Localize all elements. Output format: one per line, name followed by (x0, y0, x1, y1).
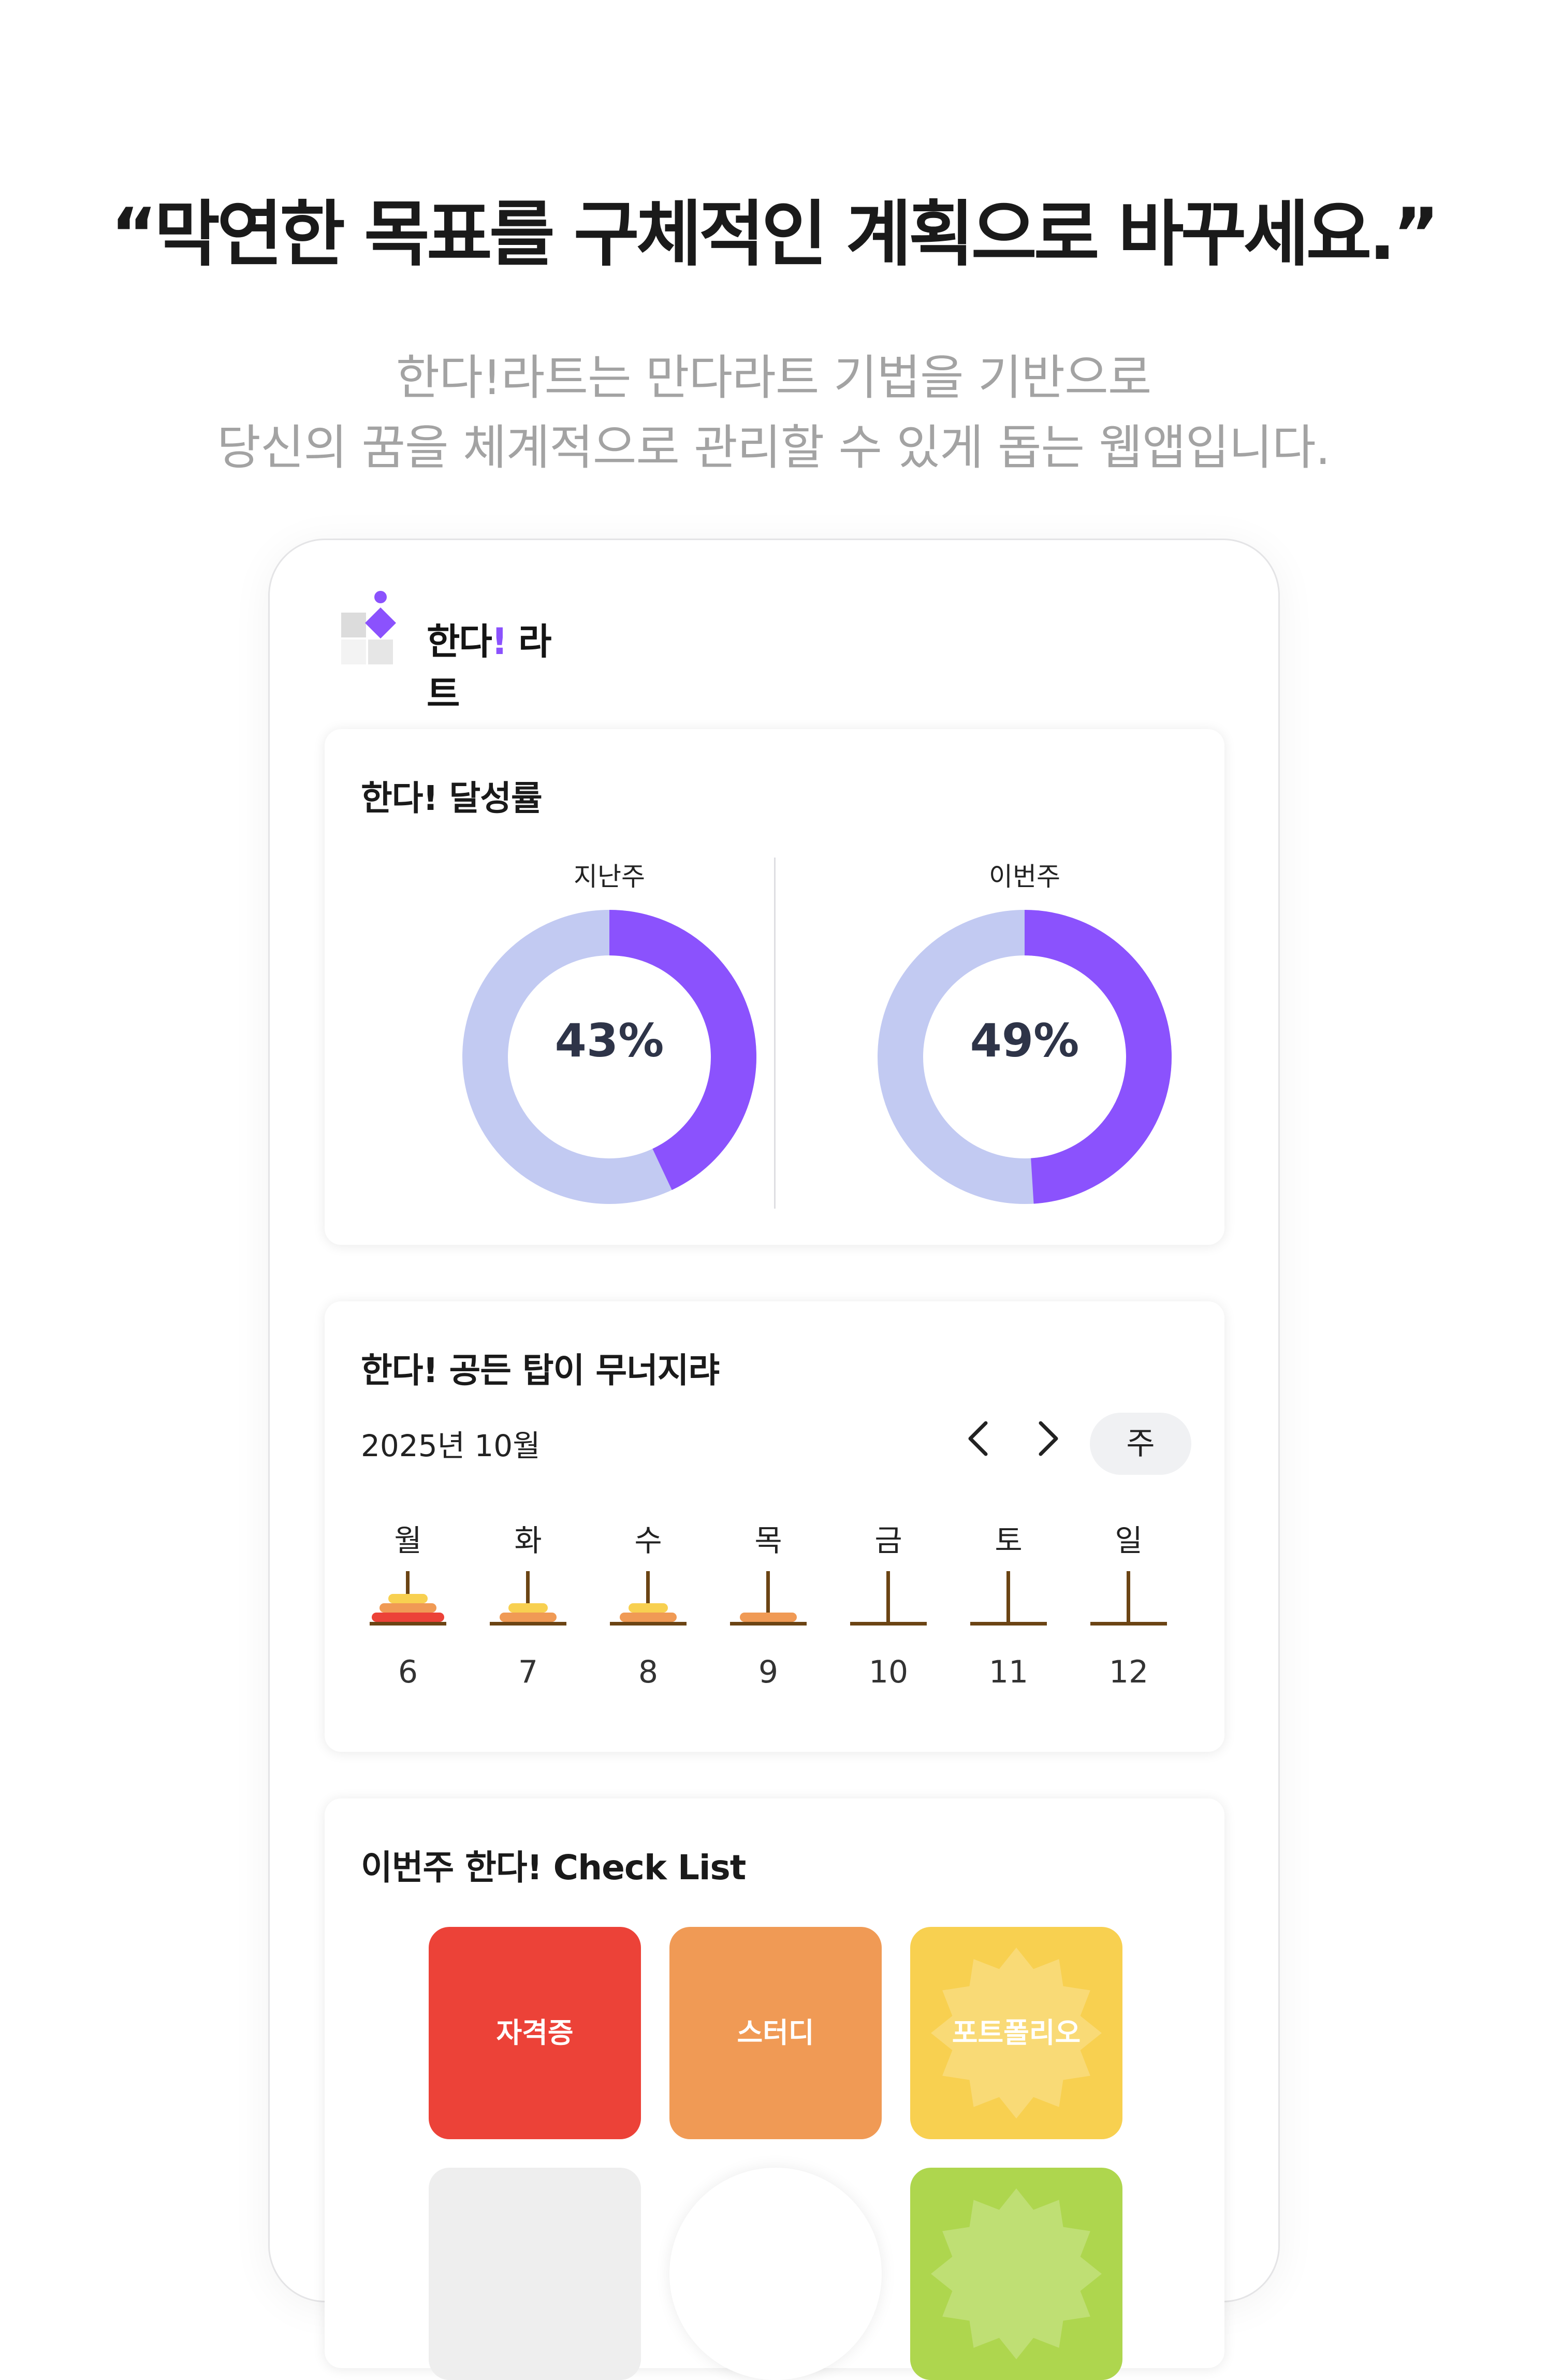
tower-icon (1090, 1571, 1167, 1626)
tile-label (429, 2168, 641, 2380)
tower-ring (500, 1613, 557, 1622)
donut-label: 이번주 (989, 862, 1060, 892)
day-date: 10 (868, 1654, 909, 1690)
promo-headline: “막연한 목표를 구체적인 계획으로 바꾸세요.” (110, 193, 1439, 276)
day-name: 수 (634, 1523, 662, 1558)
day-column[interactable]: 목9 (722, 1516, 815, 1690)
achievement-title: 한다! 달성률 (361, 778, 543, 818)
donut-last-week: 지난주 43% (449, 856, 770, 1212)
next-week-button[interactable] (1021, 1407, 1073, 1470)
donut-percent: 43% (554, 1014, 664, 1067)
month-label: 2025년 10월 (361, 1428, 541, 1463)
tower-ring (629, 1603, 668, 1613)
checklist-tile[interactable]: 포트폴리오 (910, 1927, 1122, 2139)
tower-ring (740, 1613, 797, 1622)
day-date: 8 (638, 1654, 659, 1690)
checklist-tile[interactable] (429, 2168, 641, 2380)
logo-text: 한다! 라트 (427, 620, 552, 715)
day-date: 12 (1108, 1654, 1149, 1690)
day-date: 6 (398, 1654, 418, 1690)
tower-card: 한다! 공든 탑이 무너지랴 2025년 10월 주 월 6 화 7 수 8 목 9 금 10 토 1… (325, 1301, 1224, 1752)
promo-subline-2: 당신의 꿈을 체계적으로 관리할 수 있게 돕는 웹앱입니다. (217, 420, 1331, 475)
chevron-right-icon (1039, 1421, 1058, 1456)
chevron-left-icon (968, 1421, 988, 1456)
day-name: 월 (394, 1523, 422, 1558)
tower-icon (490, 1571, 566, 1626)
checklist-tile[interactable] (669, 2168, 882, 2380)
checklist-tile[interactable] (910, 2168, 1122, 2380)
checklist-card: 이번주 한다! Check List 자격증 스터디 포트폴리오 (325, 1798, 1224, 2380)
tower-ring (380, 1603, 436, 1613)
tile-label (910, 2168, 1122, 2380)
day-name: 금 (874, 1523, 902, 1558)
day-column[interactable]: 일 12 (1082, 1516, 1175, 1690)
day-name: 목 (754, 1523, 782, 1558)
promo-subline-1: 한다!라트는 만다라트 기법을 기반으로 (396, 350, 1152, 405)
day-column[interactable]: 금 10 (842, 1516, 935, 1690)
tower-ring (372, 1613, 444, 1622)
tower-title: 한다! 공든 탑이 무너지랴 (361, 1351, 720, 1390)
donut-label: 지난주 (574, 862, 645, 892)
tower-ring (508, 1603, 548, 1613)
phone-frame: 한다! 라트 한다! 달성률 지난주 43% 이번주 49% 한다! 공든 탑이… (268, 539, 1280, 2380)
tower-ring (388, 1594, 428, 1603)
donut-this-week: 이번주 49% (864, 856, 1185, 1212)
checklist-title: 이번주 한다! Check List (361, 1848, 746, 1888)
day-column[interactable]: 토 11 (962, 1516, 1055, 1690)
tower-icon (970, 1571, 1047, 1626)
day-name: 일 (1115, 1523, 1143, 1558)
tile-label: 스터디 (737, 2016, 814, 2049)
app-logo[interactable]: 한다! 라트 (341, 586, 579, 715)
tower-icon (730, 1571, 807, 1626)
day-name: 토 (995, 1523, 1023, 1558)
donut-percent: 49% (970, 1014, 1079, 1067)
tower-ring (620, 1613, 677, 1622)
day-column[interactable]: 수8 (602, 1516, 695, 1690)
tower-icon (850, 1571, 927, 1626)
tile-label: 자격증 (496, 2016, 574, 2049)
day-date: 11 (988, 1654, 1029, 1690)
day-column[interactable]: 월6 (361, 1516, 455, 1690)
checklist-tile[interactable]: 자격증 (429, 1927, 641, 2139)
prev-week-button[interactable] (954, 1407, 1005, 1470)
tower-icon (370, 1571, 446, 1626)
day-name: 화 (514, 1523, 542, 1558)
tile-label: 포트폴리오 (952, 2016, 1081, 2049)
checklist-tile[interactable]: 스터디 (669, 1927, 882, 2139)
tower-icon (610, 1571, 687, 1626)
logo-icon (341, 591, 396, 664)
day-column[interactable]: 화7 (481, 1516, 575, 1690)
week-view-button[interactable]: 주 (1090, 1413, 1191, 1475)
tile-label (669, 2168, 882, 2380)
achievement-card: 한다! 달성률 지난주 43% 이번주 49% (325, 729, 1224, 1245)
day-date: 7 (518, 1654, 538, 1690)
divider (774, 858, 776, 1209)
day-date: 9 (758, 1654, 779, 1690)
